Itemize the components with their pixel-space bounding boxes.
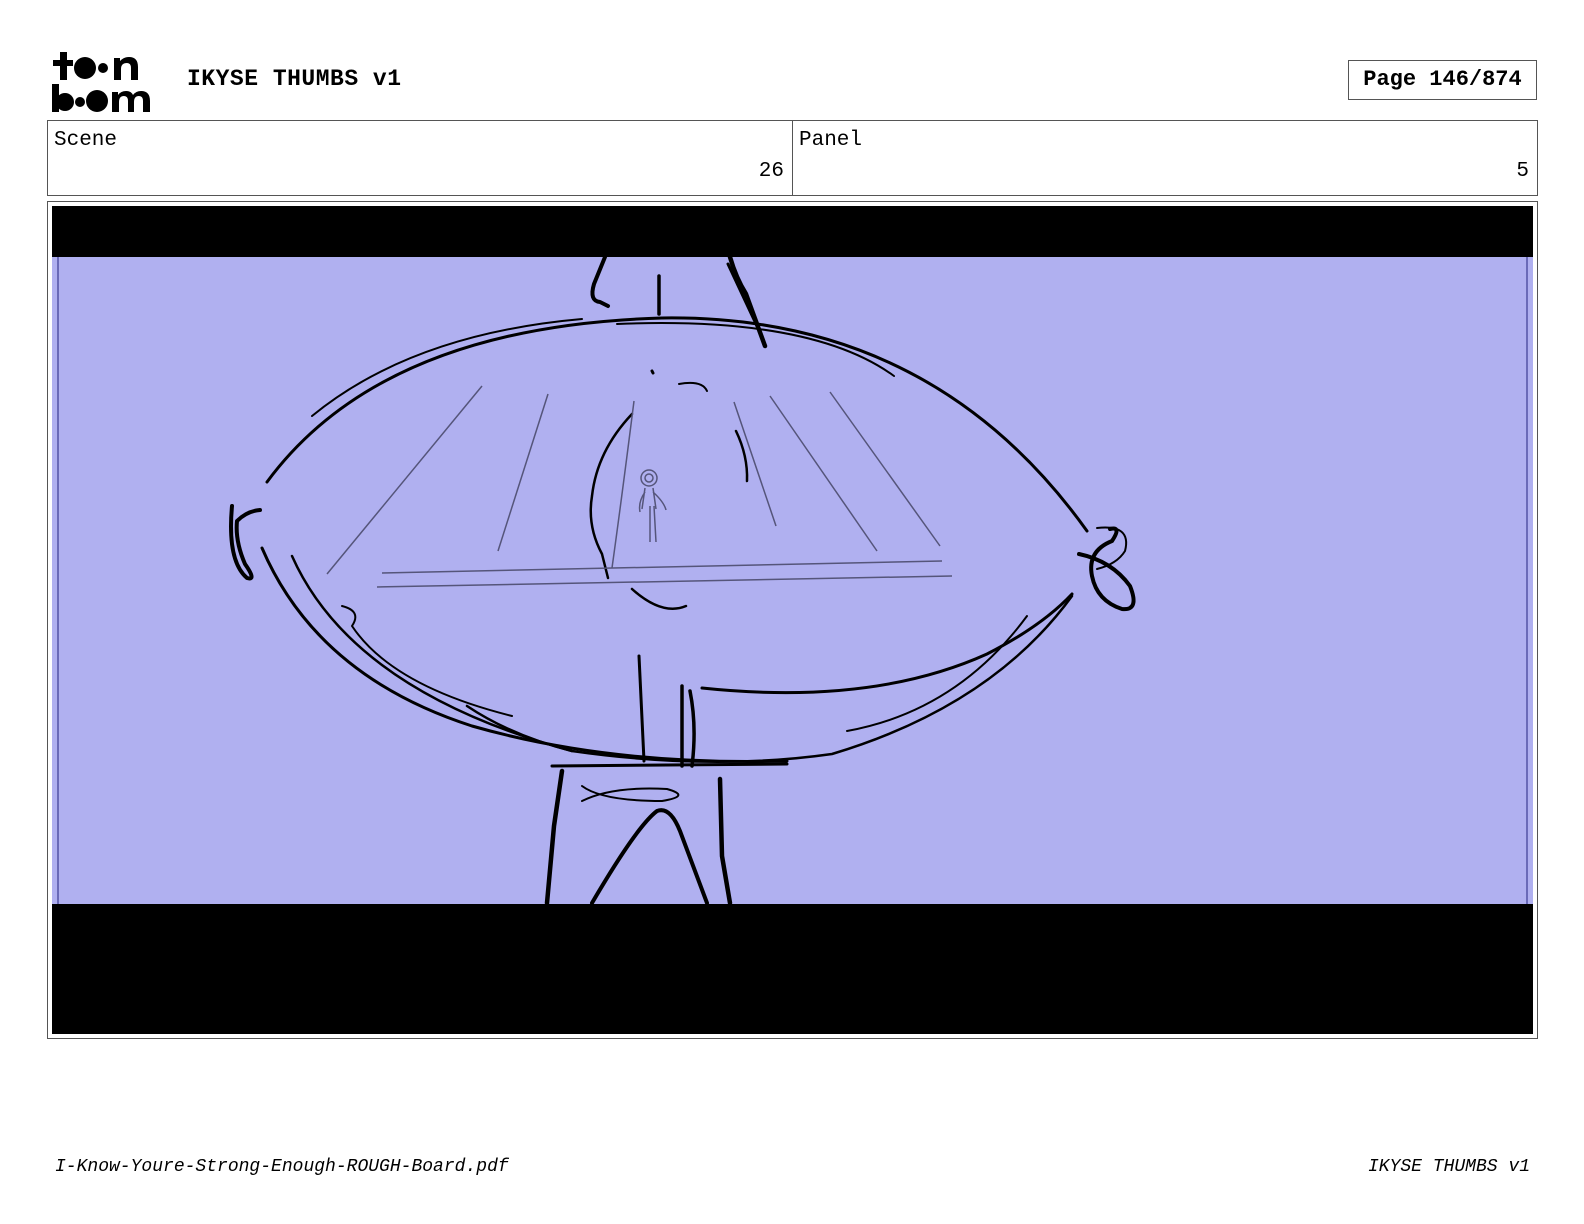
- scene-cell: Scene 26: [48, 121, 792, 195]
- scene-label: Scene: [54, 129, 118, 152]
- sketch-background: [52, 257, 1533, 904]
- panel-value: 5: [1516, 160, 1529, 183]
- document-title: IKYSE THUMBS v1: [187, 66, 402, 92]
- scene-panel-info: Scene 26 Panel 5: [47, 120, 1538, 196]
- panel-label: Panel: [799, 129, 863, 152]
- logo-icon: [52, 52, 150, 112]
- toon-boom-logo: [50, 50, 166, 114]
- panel-cell: Panel 5: [792, 121, 1537, 195]
- scene-value: 26: [758, 160, 784, 183]
- storyboard-panel-frame: [47, 201, 1538, 1039]
- page-indicator: Page 146/874: [1348, 60, 1537, 100]
- sketch-drawing: [52, 254, 1533, 906]
- panel-image: [52, 206, 1533, 1034]
- footer-project: IKYSE THUMBS v1: [1367, 1157, 1530, 1177]
- footer-filename: I-Know-Youre-Strong-Enough-ROUGH-Board.p…: [55, 1157, 509, 1177]
